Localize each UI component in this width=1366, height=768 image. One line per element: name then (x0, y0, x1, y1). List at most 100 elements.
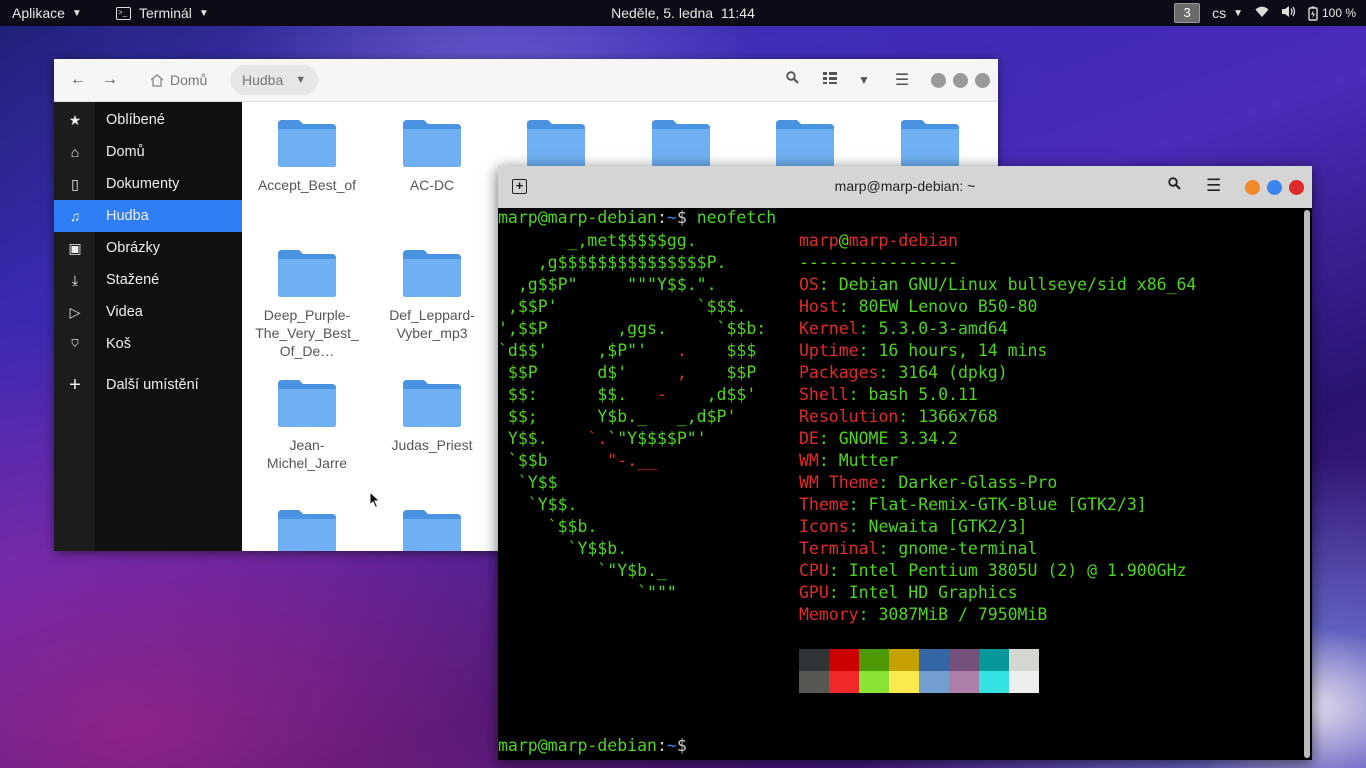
info-colon: : (858, 319, 879, 338)
sidebar-item-2[interactable]: ▯ Dokumenty (54, 168, 242, 200)
folder-icon (875, 118, 985, 172)
folder-item[interactable] (377, 508, 487, 551)
hamburger-menu-icon[interactable]: ☰ (890, 70, 914, 90)
color-swatch (859, 671, 889, 693)
info-row: Terminal: gnome-terminal (799, 538, 1196, 560)
sidebar-item-5[interactable]: ⤓ Stažené (54, 264, 242, 296)
battery-indicator[interactable]: 100 % (1308, 0, 1356, 26)
folder-item[interactable]: Def_Leppard-Vyber_mp3 (377, 248, 487, 342)
info-at: @ (838, 231, 849, 250)
system-info: marp@marp-debian ---------------- OS: Debi… (799, 230, 1196, 626)
color-swatch (799, 649, 829, 671)
maximize-button[interactable] (953, 73, 968, 88)
folder-item[interactable]: AC-DC (377, 118, 487, 194)
sidebar-item-label: Obrázky (106, 240, 160, 256)
minimize-button[interactable] (1245, 180, 1260, 195)
info-colon: : (898, 407, 919, 426)
language-selector[interactable]: cs ▼ (1212, 0, 1243, 26)
info-colon: : (838, 297, 859, 316)
terminal-headerbar: + marp@marp-debian: ~ ☰ (498, 166, 1312, 208)
info-value: Intel HD Graphics (848, 583, 1018, 602)
info-value: bash 5.0.11 (868, 385, 978, 404)
chevron-down-icon[interactable]: ▼ (852, 73, 876, 87)
files-headerbar: ← → Domů Hudba ▼ ▼ ☰ (54, 59, 998, 102)
sidebar-item-6[interactable]: ▷ Videa (54, 296, 242, 328)
info-key: GPU (799, 583, 829, 602)
sidebar-item-4[interactable]: ▣ Obrázky (54, 232, 242, 264)
sidebar-item-label: Další umístění (106, 377, 199, 393)
info-colon: : (878, 363, 899, 382)
folder-icon (377, 508, 487, 551)
prompt-symbol: $ (676, 208, 687, 227)
close-button[interactable] (1289, 180, 1304, 195)
info-row: Uptime: 16 hours, 14 mins (799, 340, 1196, 362)
chevron-down-icon: ▼ (198, 7, 209, 19)
volume-icon[interactable] (1281, 5, 1296, 21)
info-value: 3087MiB / 7950MiB (878, 605, 1048, 624)
search-icon[interactable] (780, 71, 804, 89)
terminal-output[interactable]: marp@marp-debian:~$ neofetch _,met$$$$$g… (498, 208, 1302, 760)
info-colon: : (878, 473, 899, 492)
folder-item[interactable]: Jean-Michel_Jarre (252, 378, 362, 472)
info-colon: : (858, 341, 879, 360)
sidebar-item-label: Stažené (106, 272, 160, 288)
minimize-button[interactable] (931, 73, 946, 88)
wifi-icon[interactable] (1255, 5, 1269, 21)
clock-text[interactable]: Neděle, 5. ledna 11:44 (611, 5, 755, 21)
breadcrumb-home[interactable]: Domů (150, 72, 207, 88)
trash-icon: ⌂ (70, 336, 80, 352)
color-swatch (979, 671, 1009, 693)
sidebar-item-3[interactable]: ♫ Hudba (54, 200, 242, 232)
close-button[interactable] (975, 73, 990, 88)
info-key: CPU (799, 561, 829, 580)
info-value: 16 hours, 14 mins (878, 341, 1048, 360)
folder-item[interactable]: Accept_Best_of (252, 118, 362, 194)
folder-name: Jean-Michel_Jarre (266, 437, 348, 471)
folder-item[interactable]: Deep_Purple-The_Very_Best_Of_De… (252, 248, 362, 360)
mouse-pointer-icon (369, 491, 381, 509)
terminal-app-menu[interactable]: >_ Terminál ▼ (116, 0, 209, 26)
applications-menu[interactable]: Aplikace ▼ (12, 0, 82, 26)
scrollbar[interactable] (1304, 210, 1310, 758)
info-user: marp (799, 231, 839, 250)
list-view-icon[interactable] (818, 71, 842, 89)
folder-name: AC-DC (409, 177, 455, 193)
back-arrow-icon[interactable]: ← (66, 71, 90, 89)
color-swatch (1009, 671, 1039, 693)
info-key: Kernel (799, 319, 859, 338)
sidebar-item-8[interactable]: + Další umístění (54, 369, 242, 401)
chevron-down-icon: ▼ (71, 7, 82, 19)
info-colon: : (858, 605, 879, 624)
forward-arrow-icon[interactable]: → (98, 71, 122, 89)
prompt-path: ~ (666, 208, 677, 227)
folder-item[interactable] (252, 508, 362, 551)
info-colon: : (818, 451, 839, 470)
search-icon[interactable] (1168, 177, 1181, 194)
breadcrumb-home-label: Domů (170, 72, 208, 88)
breadcrumb-current[interactable]: Hudba ▼ (230, 65, 319, 95)
folder-name: Def_Leppard-Vyber_mp3 (389, 307, 475, 341)
info-colon: : (818, 429, 839, 448)
info-value: Debian GNU/Linux bullseye/sid x86_64 (838, 275, 1197, 294)
play-icon: ▷ (69, 303, 81, 320)
info-value: 1366x768 (918, 407, 998, 426)
system-tray: 3 cs ▼ 100 % (1174, 0, 1356, 26)
chevron-down-icon: ▼ (295, 74, 307, 86)
folder-item[interactable]: Judas_Priest (377, 378, 487, 454)
maximize-button[interactable] (1267, 180, 1282, 195)
sidebar-item-1[interactable]: ⌂ Domů (54, 136, 242, 168)
info-row: CPU: Intel Pentium 3805U (2) @ 1.900GHz (799, 560, 1196, 582)
color-swatch (919, 649, 949, 671)
prompt-user: marp@marp-debian (498, 208, 657, 227)
sidebar-item-0[interactable]: ★ Oblíbené (54, 104, 242, 136)
info-colon: : (848, 517, 869, 536)
info-value: 3164 (dpkg) (898, 363, 1008, 382)
chevron-down-icon: ▼ (1233, 7, 1243, 19)
sidebar-item-7[interactable]: ⌂ Koš (54, 328, 242, 360)
info-value: Newaita [GTK2/3] (868, 517, 1028, 536)
hamburger-menu-icon[interactable]: ☰ (1206, 176, 1221, 196)
workspace-indicator[interactable]: 3 (1174, 3, 1201, 23)
info-row: Theme: Flat-Remix-GTK-Blue [GTK2/3] (799, 494, 1196, 516)
info-colon: : (848, 495, 869, 514)
color-swatch (889, 649, 919, 671)
